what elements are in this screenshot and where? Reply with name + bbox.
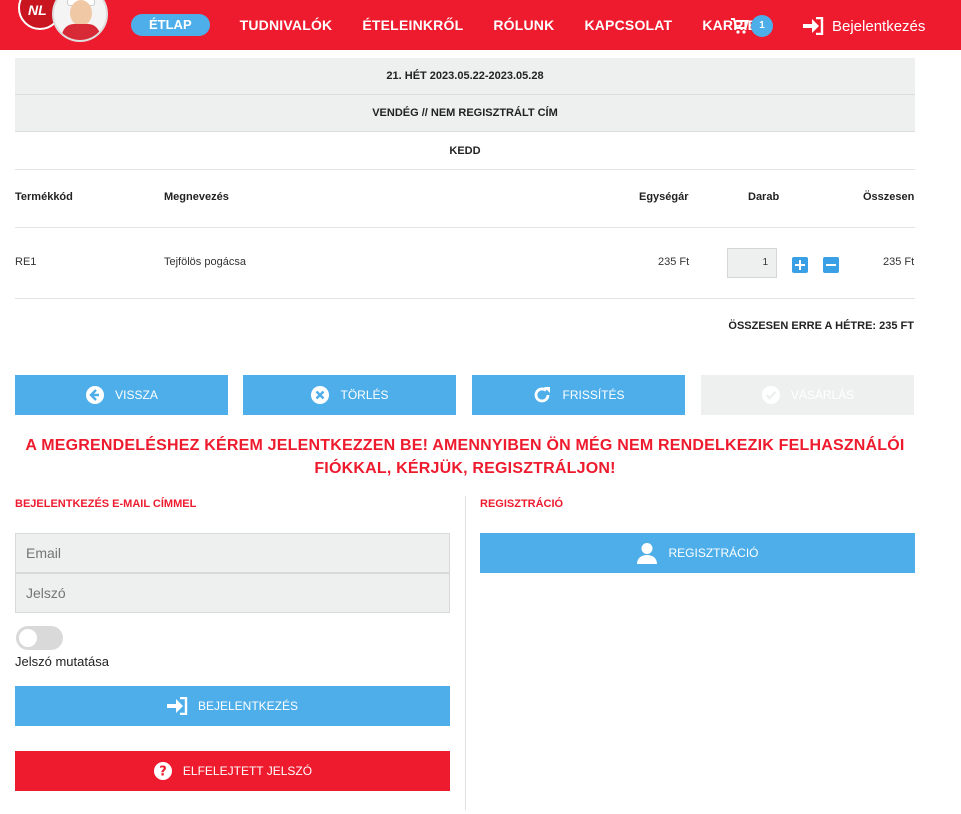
increase-qty-button[interactable] xyxy=(792,257,808,273)
col-header-unit-price: Egységár xyxy=(639,191,689,203)
login-button[interactable]: BEJELENTKEZÉS xyxy=(15,686,450,726)
svg-text:?: ? xyxy=(159,765,167,780)
decrease-qty-button[interactable] xyxy=(823,257,839,273)
cart-button[interactable]: 1 xyxy=(731,15,777,38)
refresh-icon xyxy=(535,387,551,403)
quantity-input[interactable]: 1 xyxy=(727,248,777,278)
row-name: Tejfölös pogácsa xyxy=(164,256,246,268)
site-logo[interactable]: NL xyxy=(14,0,110,46)
col-header-code: Termékkód xyxy=(15,191,73,203)
forgot-password-label: ELFELEJTETT JELSZÓ xyxy=(182,764,313,778)
section-divider xyxy=(465,496,466,810)
question-circle-icon: ? xyxy=(153,762,172,780)
nav-item-tudnivalok[interactable]: TUDNIVALÓK xyxy=(240,17,333,33)
week-row: 21. HÉT 2023.05.22-2023.05.28 xyxy=(15,58,915,95)
nav-login-link[interactable]: Bejelentkezés xyxy=(803,15,925,37)
password-field[interactable] xyxy=(15,573,450,613)
arrow-left-circle-icon xyxy=(86,386,105,404)
register-button-label: REGISZTRÁCIÓ xyxy=(668,546,759,560)
delete-label: TÖRLÉS xyxy=(340,388,389,402)
purchase-button[interactable]: VÁSÁRLÁS xyxy=(701,375,914,415)
chef-mascot-icon xyxy=(52,0,108,42)
col-header-qty: Darab xyxy=(748,191,780,203)
day-row: KEDD xyxy=(15,133,915,170)
col-header-total: Összesen xyxy=(863,191,915,203)
nav-item-kapcsolat[interactable]: KAPCSOLAT xyxy=(584,17,672,33)
row-code: RE1 xyxy=(15,256,37,268)
back-label: VISSZA xyxy=(115,388,158,402)
divider xyxy=(15,227,915,228)
show-password-label: Jelszó mutatása xyxy=(15,654,109,669)
sign-in-icon xyxy=(803,17,824,35)
divider xyxy=(15,298,915,299)
nav-item-rolunk[interactable]: RÓLUNK xyxy=(493,17,554,33)
nav-login-label: Bejelentkezés xyxy=(832,17,926,35)
week-total: ÖSSZESEN ERRE A HÉTRE: 235 FT xyxy=(728,320,914,332)
email-field[interactable] xyxy=(15,533,450,573)
check-circle-icon xyxy=(761,386,780,404)
register-section-title: REGISZTRÁCIÓ xyxy=(480,498,564,510)
back-button[interactable]: VISSZA xyxy=(15,375,228,415)
row-total: 235 Ft xyxy=(883,256,915,268)
cart-count-badge: 1 xyxy=(751,15,773,37)
sign-in-icon xyxy=(166,697,188,715)
row-unit-price: 235 Ft xyxy=(658,256,690,268)
login-button-label: BEJELENTKEZÉS xyxy=(197,699,299,713)
refresh-label: FRISSÍTÉS xyxy=(562,388,625,402)
nav-item-etlap[interactable]: ÉTLAP xyxy=(131,14,210,36)
nav-item-eteleinkrol[interactable]: ÉTELEINKRŐL xyxy=(362,17,463,33)
refresh-button[interactable]: FRISSÍTÉS xyxy=(472,375,685,415)
show-password-toggle[interactable] xyxy=(16,626,63,650)
top-navbar: NL ÉTLAP TUDNIVALÓK ÉTELEINKRŐL RÓLUNK K… xyxy=(0,0,961,50)
col-header-name: Megnevezés xyxy=(164,191,229,203)
customer-row: VENDÉG // NEM REGISZTRÁLT CÍM xyxy=(15,95,915,132)
cart-icon xyxy=(731,18,749,34)
delete-button[interactable]: TÖRLÉS xyxy=(243,375,456,415)
logo-text: NL xyxy=(28,2,47,18)
user-icon xyxy=(637,543,658,564)
purchase-label: VÁSÁRLÁS xyxy=(790,388,855,402)
forgot-password-button[interactable]: ? ELFELEJTETT JELSZÓ xyxy=(15,751,450,791)
login-required-warning: A MEGRENDELÉSHEZ KÉREM JELENTKEZZEN BE! … xyxy=(25,437,905,477)
times-circle-icon xyxy=(311,386,330,404)
login-section-title: BEJELENTKEZÉS E-MAIL CÍMMEL xyxy=(15,498,197,510)
toggle-knob xyxy=(19,629,37,647)
register-button[interactable]: REGISZTRÁCIÓ xyxy=(480,533,915,573)
main-menu: ÉTLAP TUDNIVALÓK ÉTELEINKRŐL RÓLUNK KAPC… xyxy=(131,14,798,36)
